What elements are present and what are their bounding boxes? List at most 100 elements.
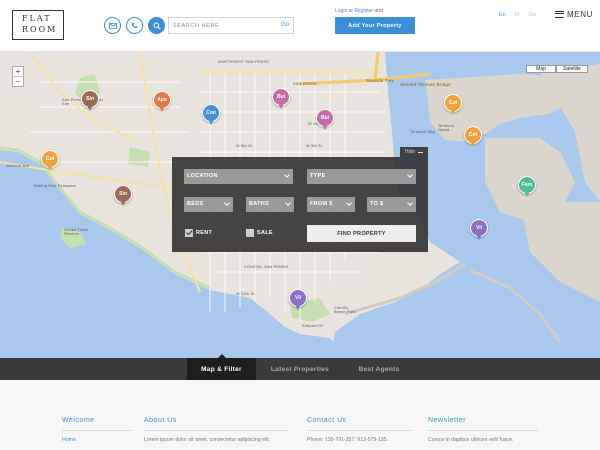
footer-welcome: Welcome Home	[62, 417, 132, 443]
sale-checkbox[interactable]: Sale	[246, 229, 273, 237]
tab-latest-properties[interactable]: Latest Properties	[256, 358, 344, 380]
footer-about: About Us Lorem ipsum dolor sit amet, con…	[144, 417, 288, 443]
property-pin[interactable]: Bui	[316, 109, 334, 130]
footer-text: Cursus in dapibus ultrices velit fusce.	[428, 437, 514, 443]
rent-checkbox[interactable]: Rent	[185, 229, 212, 237]
footer-text: Phone: 135-791-357, 913-579-135.	[307, 437, 389, 443]
checkbox-unchecked-icon	[246, 229, 254, 237]
zoom-control: + −	[12, 66, 24, 87]
map-label: Terminal Way	[410, 130, 436, 134]
beds-select[interactable]: Beds	[184, 197, 233, 212]
price-to-select[interactable]: To $	[367, 197, 416, 212]
map-label: W 9th St	[236, 144, 253, 148]
zoom-out-button[interactable]: −	[13, 76, 23, 86]
site-header: FLAT ROOM Search here Go Login or Regist…	[0, 0, 600, 52]
chevron-down-icon	[285, 200, 291, 206]
property-pin[interactable]: Cot	[464, 126, 482, 147]
map-label: Cabrillo Beach Park	[334, 306, 356, 314]
property-pin[interactable]: Fam	[518, 176, 536, 197]
property-pin[interactable]: Sin	[81, 90, 99, 111]
map-label: SAN PEDRO	[293, 82, 318, 86]
beds-select-label: Beds	[187, 201, 204, 207]
tab-best-agents[interactable]: Best Agents	[344, 358, 414, 380]
property-pin[interactable]: Sin	[114, 185, 132, 206]
menu-button[interactable]: MENU	[555, 10, 593, 19]
logo[interactable]: FLAT ROOM	[12, 10, 64, 40]
footer-heading: About Us	[144, 417, 288, 431]
map-label: W 9th St	[306, 144, 323, 148]
and-text: and	[374, 8, 383, 14]
map-label: Western Ave	[6, 164, 30, 168]
property-pin[interactable]: Apa	[153, 91, 171, 112]
search-input[interactable]: Search here Go	[168, 17, 294, 34]
type-select-label: Type	[310, 173, 326, 179]
footer-home-link[interactable]: Home	[62, 437, 132, 443]
map-label: Ocean Trails Reserve	[64, 228, 88, 236]
add-property-button[interactable]: Add Your Property	[335, 17, 415, 34]
footer-heading: Contact Us	[307, 417, 412, 431]
tab-map-filter[interactable]: Map & Filter	[187, 354, 256, 380]
login-link[interactable]: Login	[335, 8, 347, 14]
map-label: W 25th St	[236, 292, 255, 296]
map-label: NORTHWEST SAN PEDRO	[218, 60, 270, 64]
search-icon	[153, 22, 161, 30]
location-select[interactable]: Location	[184, 169, 293, 184]
checkbox-checked-icon	[185, 229, 193, 237]
footer-newsletter: Newsletter Cursus in dapibus ultrices ve…	[428, 417, 538, 443]
menu-label: MENU	[567, 10, 593, 19]
property-pin[interactable]: Vil	[289, 289, 307, 310]
minus-icon	[418, 151, 424, 153]
type-select[interactable]: Type	[307, 169, 416, 184]
email-button[interactable]	[104, 17, 121, 34]
envelope-icon	[108, 22, 117, 29]
map-label: Shepard St	[302, 324, 323, 328]
chevron-down-icon	[407, 200, 413, 206]
property-pin[interactable]: Cot	[444, 94, 462, 115]
footer-heading: Welcome	[62, 417, 132, 431]
property-pin[interactable]: Cot	[41, 150, 59, 171]
sale-label: Sale	[257, 230, 273, 236]
baths-select-label: Baths	[249, 201, 270, 207]
footer-heading: Newsletter	[428, 417, 538, 431]
lang-en[interactable]: En	[499, 12, 506, 18]
hamburger-icon	[555, 11, 564, 18]
register-link[interactable]: Register	[354, 8, 373, 14]
footer-contact: Contact Us Phone: 135-791-357, 913-579-1…	[307, 417, 412, 443]
map-label: Seaside Fwy	[366, 78, 394, 83]
chevron-down-icon	[284, 172, 290, 178]
zoom-in-button[interactable]: +	[13, 67, 23, 76]
price-to-label: To $	[370, 201, 384, 207]
footer-text: Lorem ipsum dolor sit amet, consectetur …	[144, 437, 271, 443]
chevron-down-icon	[407, 172, 413, 178]
search-toggle-button[interactable]	[148, 17, 165, 34]
price-from-select[interactable]: From $	[307, 197, 355, 212]
location-select-label: Location	[187, 173, 218, 179]
logo-line-1: FLAT	[22, 14, 52, 23]
map-label: Terminal Island	[438, 124, 454, 132]
hide-filter-button[interactable]: Hide	[400, 147, 428, 157]
map-label: COASTAL SAN PEDRO	[244, 265, 289, 269]
logo-line-2: ROOM	[22, 25, 58, 34]
baths-select[interactable]: Baths	[246, 197, 294, 212]
rent-label: Rent	[196, 230, 213, 236]
chevron-down-icon	[346, 200, 352, 206]
property-pin[interactable]: Con	[202, 104, 220, 125]
phone-button[interactable]	[126, 17, 143, 34]
property-pin[interactable]: Bui	[272, 88, 290, 109]
section-tabs: Map & Filter Latest Properties Best Agen…	[0, 354, 600, 380]
map-label: Rolling Hills Palisades	[34, 184, 76, 188]
satellite-type-button[interactable]: Satellite	[556, 65, 588, 73]
chevron-down-icon	[224, 200, 230, 206]
lang-ge[interactable]: Ge	[529, 12, 536, 18]
map-type-button[interactable]: Map	[526, 65, 556, 73]
find-property-button[interactable]: Find Property	[307, 225, 416, 242]
lang-fr[interactable]: Fr	[515, 12, 520, 18]
search-go-button[interactable]: Go	[281, 22, 289, 28]
search-placeholder: Search here	[173, 23, 220, 29]
or-text: or	[348, 8, 354, 14]
map-label: Vincent Thomas Bridge	[400, 82, 451, 87]
property-pin[interactable]: Vil	[470, 219, 488, 240]
hide-label: Hide	[404, 149, 416, 155]
language-switcher: En Fr Ge	[499, 12, 536, 18]
phone-icon	[131, 22, 138, 28]
